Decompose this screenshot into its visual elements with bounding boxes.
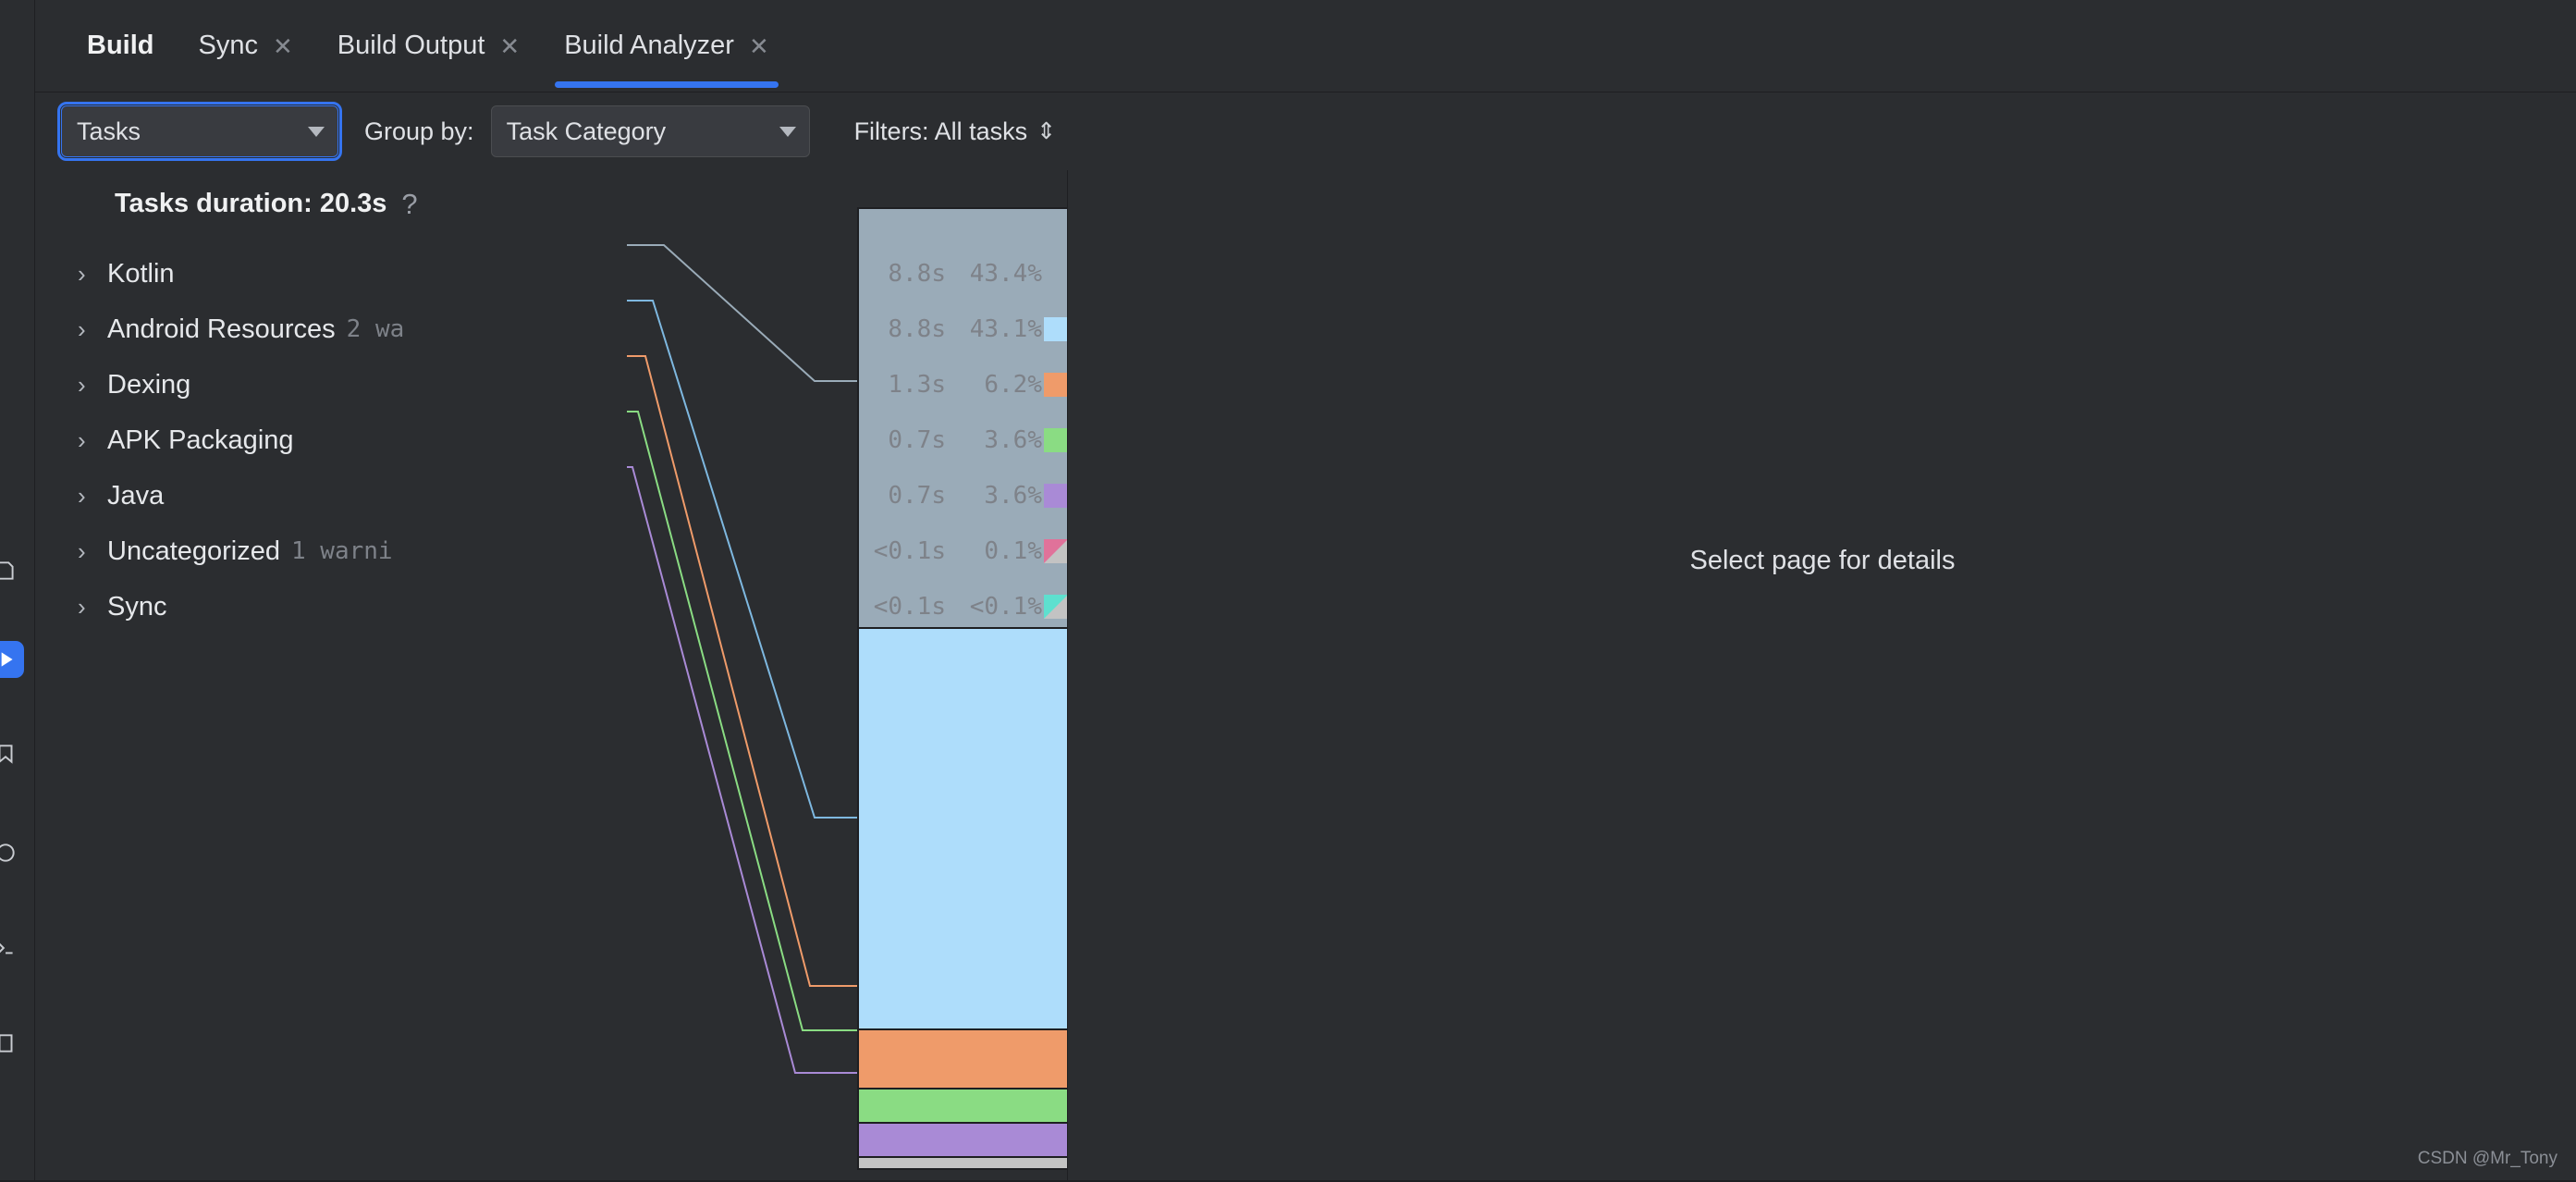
- task-duration: 0.7s: [839, 426, 946, 454]
- chevron-right-icon[interactable]: ›: [78, 539, 107, 563]
- legend-swatch: [1042, 595, 1068, 619]
- details-placeholder: Select page for details: [1069, 546, 2576, 576]
- view-select-value: Tasks: [77, 117, 141, 146]
- chevron-right-icon[interactable]: ›: [78, 428, 107, 452]
- legend-swatch: [1042, 373, 1068, 397]
- analyzer-toolbar: Tasks Group by: Task Category Filters: A…: [35, 93, 2576, 169]
- terminal-icon[interactable]: [0, 930, 24, 967]
- profiler-icon[interactable]: [0, 834, 24, 871]
- tab-label: Build Analyzer: [564, 31, 734, 61]
- bookmarks-icon[interactable]: [0, 735, 24, 772]
- task-percent: 3.6%: [946, 426, 1042, 454]
- table-row[interactable]: ›Uncategorized 1 warni <0.1s0.1%: [35, 523, 1068, 579]
- task-category-list: ›Kotlin8.8s43.4%›Android Resources2 wa8.…: [35, 246, 1068, 634]
- task-metrics: <0.1s<0.1%: [839, 579, 1068, 634]
- task-percent: <0.1%: [946, 593, 1042, 621]
- chevron-right-icon[interactable]: ›: [78, 484, 107, 508]
- close-icon[interactable]: ✕: [749, 34, 769, 58]
- task-metrics: 0.7s3.6%: [839, 468, 1068, 523]
- details-panel: Select page for details: [1069, 170, 2576, 1182]
- tab-label: Build Output: [337, 31, 485, 61]
- table-row[interactable]: ›Kotlin 8.8s43.4%: [35, 246, 1068, 302]
- legend-swatch: [1042, 428, 1068, 452]
- color-swatch-icon: [1044, 428, 1068, 452]
- color-swatch-icon: [1044, 373, 1068, 397]
- tasks-panel: Tasks duration: 20.3s ? ›Kotlin8: [35, 170, 1068, 1182]
- color-swatch-icon: [1044, 595, 1068, 619]
- left-tool-strip: [0, 0, 35, 1182]
- group-by-select[interactable]: Task Category: [491, 105, 810, 157]
- legend-swatch: [1042, 262, 1068, 286]
- tab-label: Build: [87, 31, 154, 61]
- build-icon[interactable]: [0, 552, 24, 589]
- build-analyzer-window: Build Sync ✕ Build Output ✕ Build Analyz…: [0, 0, 2576, 1182]
- task-warning-text: 2 wa: [347, 315, 405, 343]
- legend-swatch: [1042, 484, 1068, 508]
- task-percent: 6.2%: [946, 371, 1042, 399]
- tab-build-output[interactable]: Build Output ✕: [315, 0, 542, 92]
- filters-label: Filters: All tasks: [854, 117, 1028, 146]
- tab-bar: Build Sync ✕ Build Output ✕ Build Analyz…: [35, 0, 2576, 92]
- task-percent: 0.1%: [946, 537, 1042, 565]
- task-metrics: <0.1s0.1%: [839, 523, 1068, 579]
- tab-build-analyzer[interactable]: Build Analyzer ✕: [542, 0, 791, 92]
- chevron-right-icon[interactable]: ›: [78, 373, 107, 397]
- filters-button[interactable]: Filters: All tasks ⇕: [854, 117, 1057, 146]
- chevron-right-icon[interactable]: ›: [78, 595, 107, 619]
- chevron-down-icon: [308, 127, 325, 137]
- task-warning-text: 1 warni: [291, 537, 393, 565]
- active-tab-indicator: [555, 81, 779, 88]
- legend-swatch: [1042, 539, 1068, 563]
- task-duration: <0.1s: [839, 593, 946, 621]
- chevron-right-icon[interactable]: ›: [78, 317, 107, 341]
- group-by-select-value: Task Category: [507, 117, 667, 146]
- table-row[interactable]: ›Android Resources 2 wa 8.8s43.1%: [35, 302, 1068, 357]
- tab-label: Sync: [199, 31, 258, 61]
- task-category-name: Dexing: [107, 370, 190, 400]
- task-percent: 43.4%: [946, 260, 1042, 288]
- task-category-name: Uncategorized: [107, 536, 280, 567]
- task-duration: 0.7s: [839, 482, 946, 510]
- table-row[interactable]: ›Java 0.7s3.6%: [35, 468, 1068, 523]
- task-metrics: 1.3s6.2%: [839, 357, 1068, 412]
- tab-sync[interactable]: Sync ✕: [177, 0, 315, 92]
- task-category-name: Android Resources: [107, 314, 336, 345]
- notifications-icon[interactable]: [0, 1025, 24, 1062]
- task-metrics: 8.8s43.4%: [839, 246, 1068, 302]
- close-icon[interactable]: ✕: [273, 34, 293, 58]
- table-row[interactable]: ›APK Packaging 0.7s3.6%: [35, 412, 1068, 468]
- group-by-label: Group by:: [364, 117, 474, 146]
- task-duration: 8.8s: [839, 260, 946, 288]
- task-duration: <0.1s: [839, 537, 946, 565]
- sort-arrows-icon: ⇕: [1037, 120, 1056, 143]
- task-category-name: APK Packaging: [107, 425, 294, 456]
- color-swatch-icon: [1044, 262, 1068, 286]
- close-icon[interactable]: ✕: [499, 34, 520, 58]
- run-icon[interactable]: [0, 641, 24, 678]
- color-swatch-icon: [1044, 317, 1068, 341]
- task-metrics: 0.7s3.6%: [839, 412, 1068, 468]
- task-duration: 1.3s: [839, 371, 946, 399]
- color-swatch-icon: [1044, 539, 1068, 563]
- chevron-down-icon: [779, 127, 796, 137]
- task-category-name: Sync: [107, 592, 166, 622]
- legend-swatch: [1042, 317, 1068, 341]
- task-category-name: Java: [107, 481, 164, 511]
- task-percent: 3.6%: [946, 482, 1042, 510]
- task-category-name: Kotlin: [107, 259, 175, 289]
- view-select[interactable]: Tasks: [61, 105, 338, 157]
- color-swatch-icon: [1044, 484, 1068, 508]
- table-row[interactable]: ›Dexing 1.3s6.2%: [35, 357, 1068, 412]
- table-row[interactable]: ›Sync <0.1s<0.1%: [35, 579, 1068, 634]
- task-duration: 8.8s: [839, 315, 946, 343]
- chevron-right-icon[interactable]: ›: [78, 262, 107, 286]
- watermark: CSDN @Mr_Tony: [2418, 1149, 2558, 1169]
- tab-build[interactable]: Build: [65, 0, 177, 92]
- task-metrics: 8.8s43.1%: [839, 302, 1068, 357]
- task-percent: 43.1%: [946, 315, 1042, 343]
